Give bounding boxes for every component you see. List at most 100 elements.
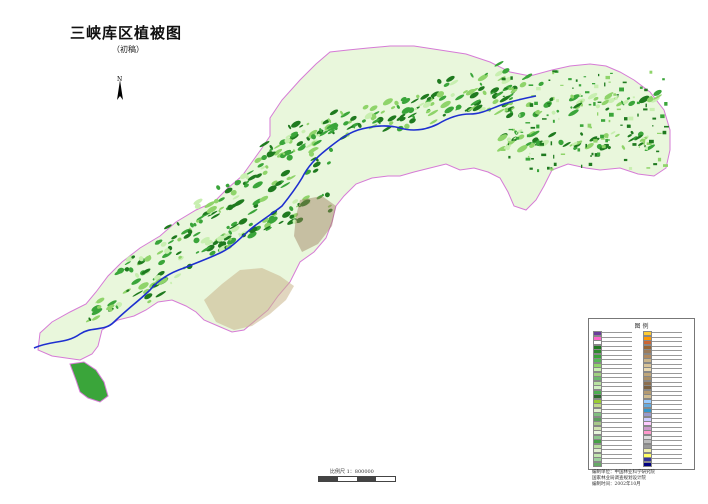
legend-label-line — [652, 341, 682, 342]
legend-item — [643, 412, 689, 417]
vegetation-patch — [579, 124, 584, 127]
legend-item — [643, 434, 689, 440]
credit-line: 编制时间：2002年10月 — [592, 482, 641, 487]
vegetation-patch — [594, 84, 599, 89]
vegetation-patch — [632, 96, 635, 99]
legend-item — [643, 362, 689, 368]
vegetation-patch — [664, 102, 668, 106]
legend-item — [593, 425, 639, 431]
vegetation-patch — [529, 152, 531, 155]
vegetation-patch — [581, 164, 583, 168]
legend-label-line — [602, 417, 632, 419]
legend-item — [593, 353, 639, 359]
vegetation-patch — [508, 128, 514, 131]
legend-label-line — [602, 372, 632, 374]
vegetation-patch — [547, 102, 551, 105]
vegetation-patch — [553, 154, 555, 159]
legend-item — [593, 389, 639, 395]
legend-label-line — [602, 435, 632, 437]
legend-item — [593, 362, 639, 368]
legend-item — [593, 430, 639, 435]
vegetation-patch — [548, 79, 551, 81]
legend-item — [593, 376, 639, 381]
legend-label-line — [602, 462, 632, 464]
legend-item — [643, 425, 689, 431]
legend-item — [643, 421, 689, 426]
vegetation-patch — [589, 126, 592, 129]
legend-title: 图 例 — [634, 323, 649, 330]
vegetation-patch — [600, 134, 604, 139]
vegetation-patch — [649, 107, 655, 112]
legend-swatch — [643, 461, 652, 467]
vegetation-patch — [657, 132, 662, 134]
legend-label-line — [652, 458, 682, 459]
vegetation-patch — [553, 96, 555, 100]
vegetation-patch — [530, 126, 536, 129]
vegetation-patch — [623, 158, 628, 162]
vegetation-patch — [628, 167, 633, 170]
legend-item — [593, 403, 639, 408]
legend-item — [643, 385, 689, 390]
vegetation-patch — [650, 96, 653, 99]
legend-label-line — [652, 462, 682, 464]
legend-label-line — [602, 386, 632, 387]
vegetation-patch — [536, 87, 541, 91]
vegetation-patch — [591, 152, 594, 156]
vegetation-patch — [560, 153, 566, 155]
legend-item — [593, 349, 639, 354]
scale-bar — [318, 476, 396, 482]
vegetation-patch — [593, 102, 596, 106]
vegetation-patch — [626, 124, 631, 128]
legend-label-line — [602, 453, 632, 455]
vegetation-patch — [642, 139, 646, 143]
vegetation-patch — [550, 141, 553, 146]
vegetation-patch — [597, 101, 602, 103]
vegetation-patch — [581, 103, 583, 107]
legend-item — [643, 367, 689, 372]
vegetation-patch — [560, 84, 564, 86]
vegetation-patch — [620, 124, 623, 126]
legend-label-line — [602, 399, 632, 401]
legend-label-line — [602, 458, 632, 459]
vegetation-patch — [597, 112, 599, 116]
vegetation-patch — [637, 113, 639, 117]
vegetation-patch — [609, 112, 614, 117]
legend-item — [593, 434, 639, 440]
legend-label-line — [652, 417, 682, 419]
vegetation-patch — [652, 117, 657, 120]
vegetation-patch — [536, 124, 540, 129]
vegetation-patch — [656, 150, 660, 153]
map-subtitle: （初稿） — [112, 45, 144, 54]
vegetation-patch — [639, 86, 643, 89]
legend-item — [643, 448, 689, 453]
legend-label-line — [652, 399, 682, 401]
legend-item — [643, 380, 689, 386]
legend-label-line — [602, 345, 632, 347]
vegetation-patch — [608, 119, 611, 123]
legend-label-line — [652, 368, 682, 369]
vegetation-patch — [664, 125, 669, 128]
vegetation-patch — [632, 143, 637, 146]
region-boundary — [37, 45, 671, 361]
legend-label-line — [602, 332, 632, 333]
legend-item — [593, 344, 639, 350]
legend-swatch — [593, 461, 602, 467]
north-label: N — [117, 76, 123, 83]
vegetation-patch — [662, 130, 667, 135]
legend-label-line — [652, 372, 682, 374]
legend-label-line — [602, 440, 632, 441]
vegetation-patch — [592, 83, 596, 85]
legend-label-line — [652, 440, 682, 441]
legend-label-line — [602, 359, 632, 360]
vegetation-patch — [508, 141, 512, 144]
legend-label-line — [652, 426, 682, 428]
legend-item — [643, 376, 689, 381]
vegetation-patch — [645, 103, 647, 108]
map-credits: 编制单位：中国林业科学研究院 国家林业局调查规划设计院 编制时间：2002年10… — [592, 470, 702, 488]
legend-label-line — [602, 449, 632, 450]
vegetation-patch — [501, 77, 506, 81]
legend-item — [643, 344, 689, 350]
legend-label-line — [602, 390, 632, 392]
legend-item — [593, 340, 639, 345]
region-boundary-south — [69, 361, 109, 403]
